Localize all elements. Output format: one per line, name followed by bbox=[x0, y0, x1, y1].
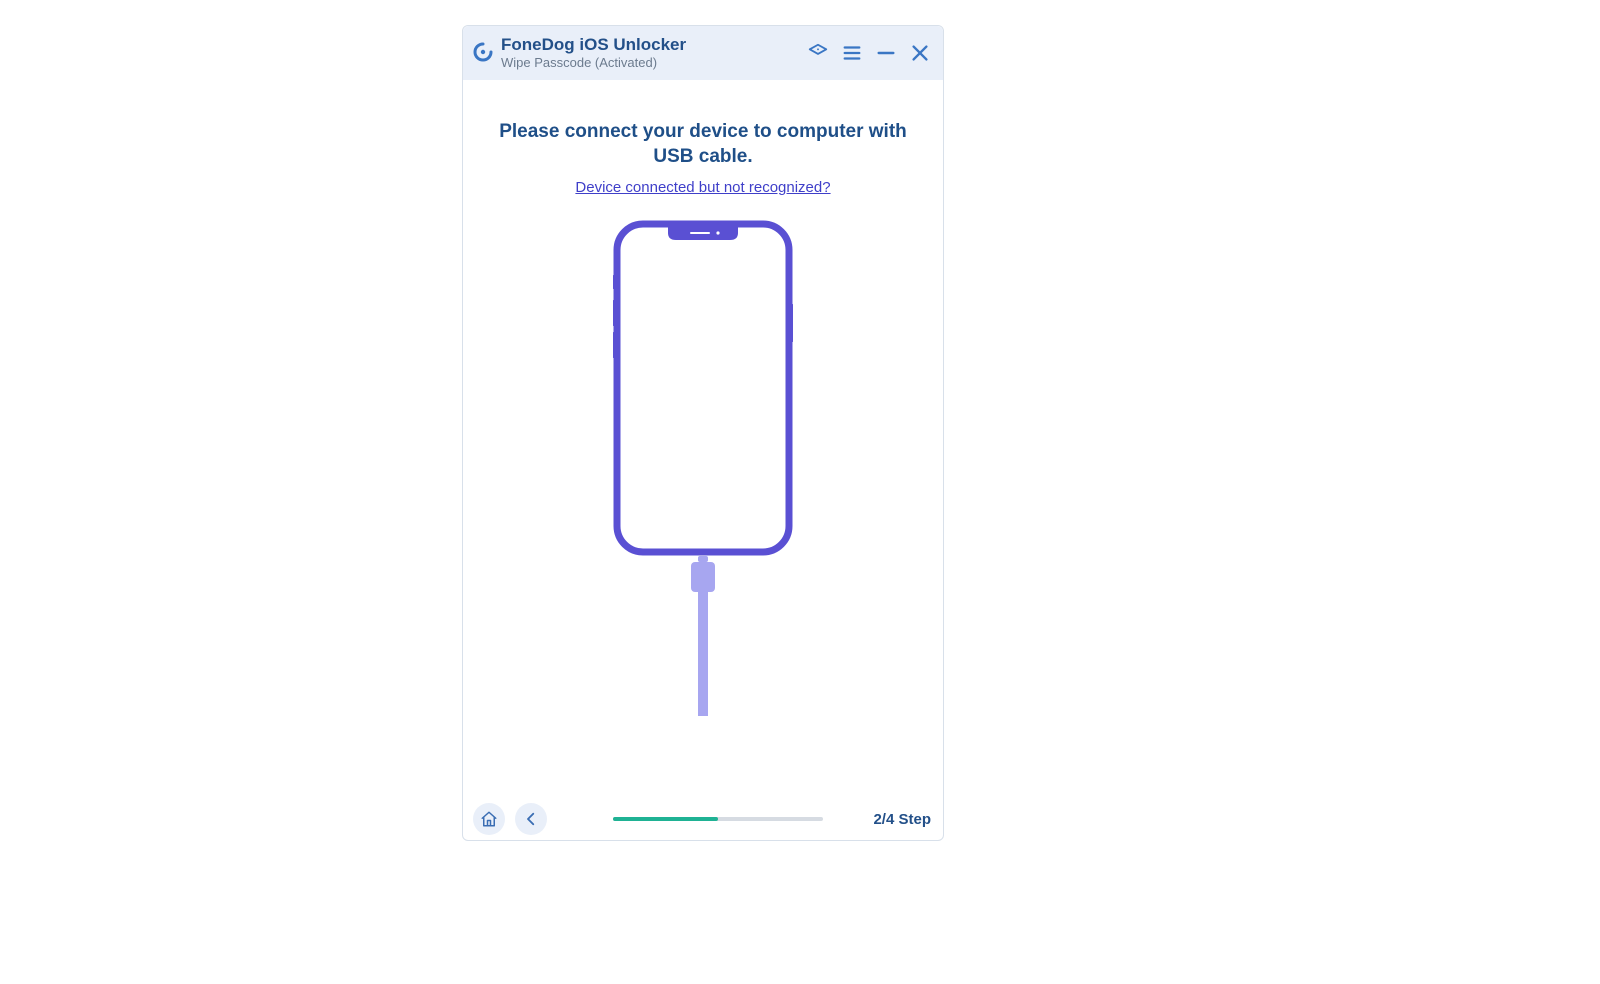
instruction-text: Please connect your device to computer w… bbox=[488, 120, 918, 169]
progress-fill bbox=[613, 817, 718, 821]
app-window: FoneDog iOS Unlocker Wipe Passcode (Acti… bbox=[462, 25, 944, 841]
menu-icon[interactable] bbox=[841, 42, 863, 64]
titlebar-controls bbox=[807, 42, 935, 64]
titlebar: FoneDog iOS Unlocker Wipe Passcode (Acti… bbox=[463, 26, 943, 80]
close-icon[interactable] bbox=[909, 42, 931, 64]
step-label: 2/4 Step bbox=[873, 811, 933, 828]
cable-icon bbox=[683, 556, 723, 716]
minimize-icon[interactable] bbox=[875, 42, 897, 64]
app-logo-icon bbox=[471, 41, 495, 65]
app-title: FoneDog iOS Unlocker bbox=[501, 35, 807, 55]
phone-icon bbox=[613, 220, 793, 556]
device-illustration bbox=[608, 220, 798, 720]
home-button[interactable] bbox=[473, 803, 505, 835]
footer: 2/4 Step bbox=[463, 798, 943, 840]
progress-bar bbox=[613, 817, 823, 821]
content: Please connect your device to computer w… bbox=[463, 80, 943, 798]
help-link[interactable]: Device connected but not recognized? bbox=[575, 179, 830, 196]
app-subtitle: Wipe Passcode (Activated) bbox=[501, 56, 807, 71]
key-icon[interactable] bbox=[807, 42, 829, 64]
back-button[interactable] bbox=[515, 803, 547, 835]
title-text: FoneDog iOS Unlocker Wipe Passcode (Acti… bbox=[501, 35, 807, 70]
